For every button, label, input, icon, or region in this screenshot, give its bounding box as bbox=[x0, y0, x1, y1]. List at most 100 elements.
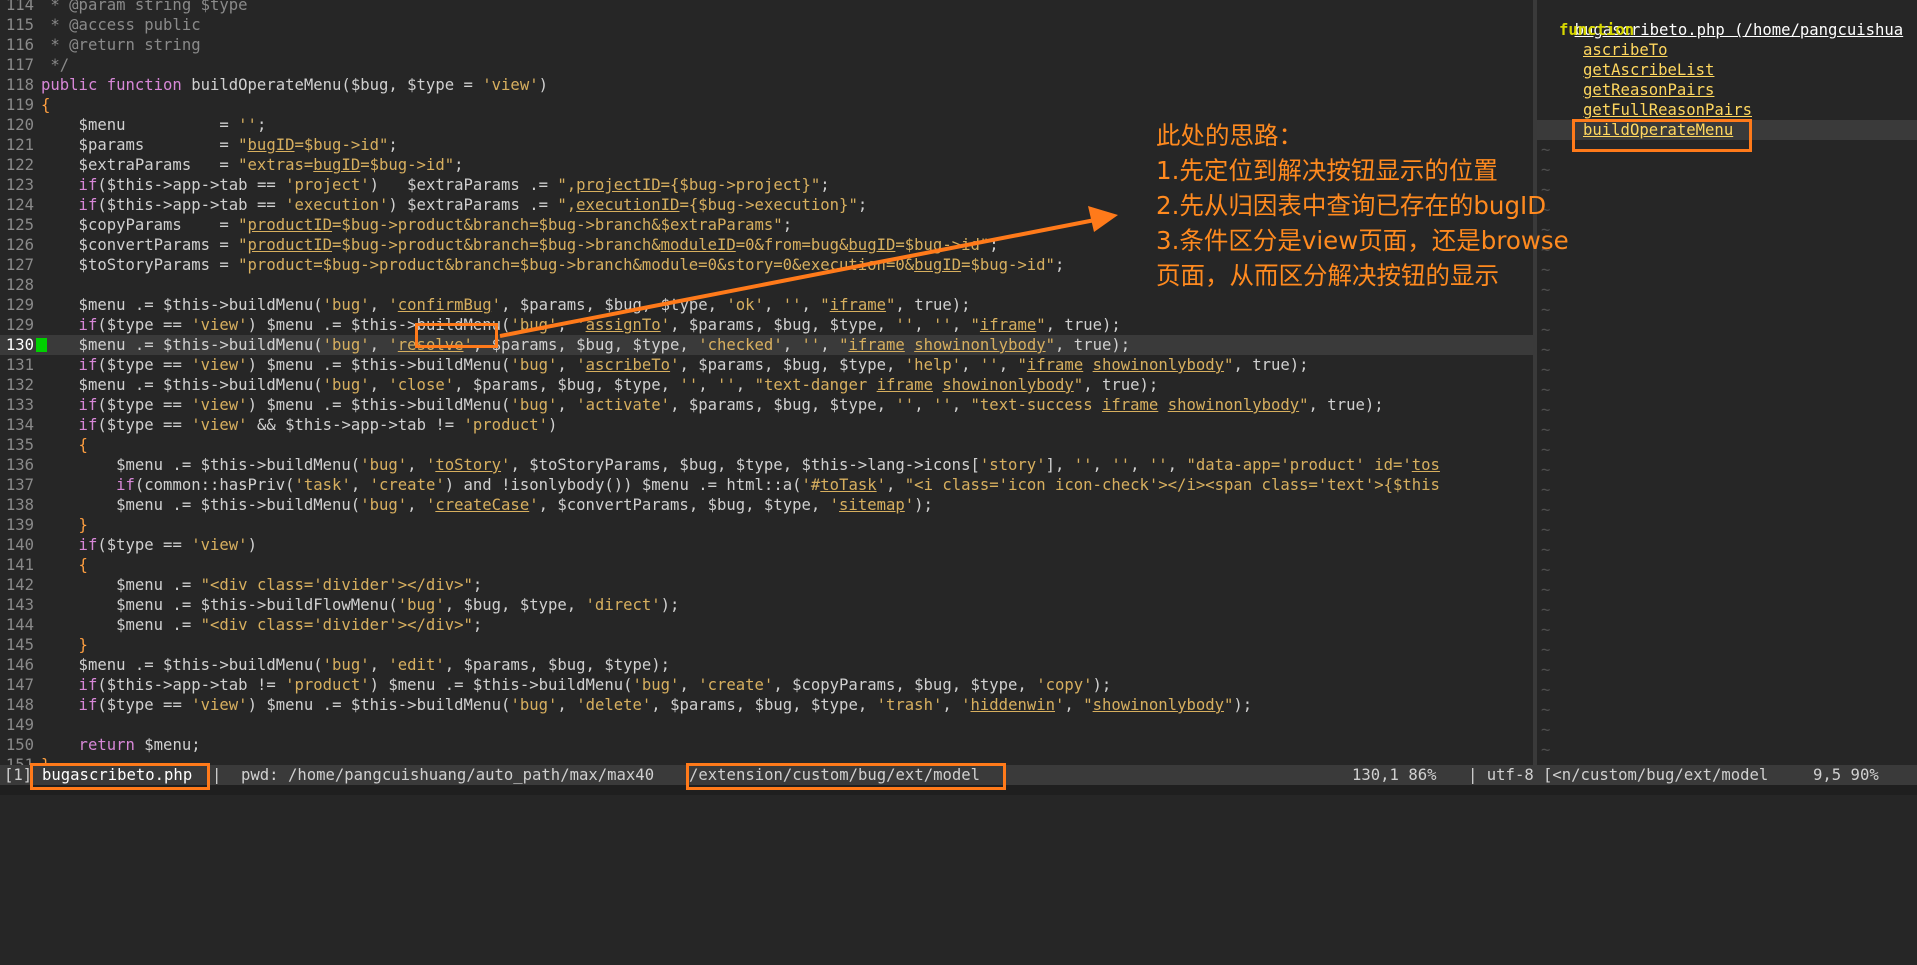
line-number: 117 bbox=[5, 56, 34, 74]
code-token: ; bbox=[1054, 256, 1065, 274]
code-token: ($this->app->tab != bbox=[97, 676, 286, 694]
tagbar-empty-line-marker: ~ bbox=[1541, 581, 1551, 599]
line-number: 129 bbox=[5, 296, 34, 314]
code-token: , $params, $bug, $type, bbox=[679, 356, 905, 374]
code-line[interactable]: 136 $menu .= $this->buildMenu('bug', 'to… bbox=[0, 455, 1533, 475]
code-line[interactable]: 147 if($this->app->tab != 'product') $me… bbox=[0, 675, 1533, 695]
code-token: { bbox=[41, 436, 88, 454]
code-line[interactable]: 143 $menu .= $this->buildFlowMenu('bug',… bbox=[0, 595, 1533, 615]
code-line-current[interactable]: 130 $menu .= $this->buildMenu('bug', 're… bbox=[0, 335, 1533, 355]
code-token: ; bbox=[256, 116, 267, 134]
code-line[interactable]: 135 { bbox=[0, 435, 1533, 455]
code-line[interactable]: 141 { bbox=[0, 555, 1533, 575]
code-token: if bbox=[41, 416, 98, 434]
code-token: executionID bbox=[576, 196, 680, 214]
code-token: , $copyParams, $bug, $type, bbox=[773, 676, 1037, 694]
code-token: if bbox=[41, 476, 135, 494]
line-number: 129 bbox=[5, 316, 34, 334]
line-number: 115 bbox=[5, 16, 34, 34]
code-line[interactable]: 142 $menu .= "<div class='divider'></div… bbox=[0, 575, 1533, 595]
code-token: ) $menu .= $this->buildMenu( bbox=[247, 356, 511, 374]
code-line[interactable]: 133 if($type == 'view') $menu .= $this->… bbox=[0, 395, 1533, 415]
code-line[interactable]: 145 } bbox=[0, 635, 1533, 655]
code-line[interactable]: 118 public function buildOperateMenu($bug… bbox=[0, 75, 1533, 95]
code-token: , $bug, $type, bbox=[444, 596, 586, 614]
code-token: ; bbox=[388, 136, 398, 154]
code-token: ) $menu .= $this->buildMenu( bbox=[247, 396, 511, 414]
code-token: createCase bbox=[435, 496, 530, 514]
tagbar-pane[interactable]: bugascribeto.php (/home/pangcuishua func… bbox=[1537, 0, 1917, 765]
line-number: 130 bbox=[5, 336, 34, 354]
code-token: 'view' bbox=[191, 356, 248, 374]
code-line[interactable]: 149 bbox=[0, 715, 1533, 735]
line-number: 139 bbox=[5, 516, 34, 534]
code-line[interactable]: 131 if($type == 'view') $menu .= $this->… bbox=[0, 355, 1533, 375]
code-line[interactable]: 117 */ bbox=[0, 55, 1533, 75]
code-line[interactable]: 129 if($type == 'view') $menu .= $this->… bbox=[0, 315, 1533, 335]
tagbar-function-item[interactable]: ascribeTo bbox=[1583, 40, 1917, 60]
code-token: ' bbox=[1055, 696, 1065, 714]
tagbar-section-function[interactable]: function bbox=[1559, 20, 1917, 40]
code-token: $params = bbox=[41, 136, 239, 154]
tagbar-function-item[interactable]: getReasonPairs bbox=[1583, 80, 1917, 100]
code-token: bugID bbox=[848, 236, 896, 254]
code-token: ; bbox=[782, 216, 793, 234]
code-line[interactable]: 140 if($type == 'view') bbox=[0, 535, 1533, 555]
code-text: $menu = ''; bbox=[41, 115, 267, 135]
code-token: , bbox=[801, 296, 821, 314]
code-text: if($type == 'view' && $this->app->tab !=… bbox=[41, 415, 558, 435]
code-text: { bbox=[41, 435, 88, 455]
code-line[interactable]: 146 $menu .= $this->buildMenu('bug', 'ed… bbox=[0, 655, 1533, 675]
status-separator: | bbox=[212, 766, 222, 784]
code-token: ", bbox=[557, 196, 577, 214]
code-text: $menu .= "<div class='divider'></div>"; bbox=[41, 575, 482, 595]
code-token: 'view' bbox=[191, 536, 248, 554]
code-line[interactable]: 115 * @access public bbox=[0, 15, 1533, 35]
code-line[interactable]: 134 if($type == 'view' && $this->app->ta… bbox=[0, 415, 1533, 435]
line-number: 137 bbox=[5, 476, 34, 494]
line-number: 134 bbox=[5, 416, 34, 434]
code-token: * @return string bbox=[41, 36, 201, 54]
code-line[interactable]: 129 $menu .= $this->buildMenu('bug', 'co… bbox=[0, 295, 1533, 315]
code-token: , bbox=[557, 316, 577, 334]
code-token: =$bug->id" bbox=[961, 256, 1055, 274]
code-editor-pane[interactable]: 114 * @param string $type 115 * @access p… bbox=[0, 0, 1533, 765]
code-line[interactable]: 116 * @return string bbox=[0, 35, 1533, 55]
code-token: ' bbox=[388, 336, 398, 354]
line-number: 120 bbox=[5, 116, 34, 134]
code-text: $menu .= $this->buildMenu('bug', 'toStor… bbox=[41, 455, 1440, 475]
tagbar-empty-line-marker: ~ bbox=[1541, 721, 1551, 739]
code-line[interactable]: 148 if($type == 'view') $menu .= $this->… bbox=[0, 695, 1533, 715]
code-token: iframe bbox=[829, 296, 887, 314]
tagbar-function-item[interactable]: getFullReasonPairs bbox=[1583, 100, 1917, 120]
code-token: , bbox=[1167, 456, 1187, 474]
code-token: , $params, $bug, $type, bbox=[454, 376, 680, 394]
line-number: 131 bbox=[5, 356, 34, 374]
code-line[interactable]: 139 } bbox=[0, 515, 1533, 535]
code-token: $menu; bbox=[144, 736, 201, 754]
code-token: showinonlybody bbox=[1167, 396, 1300, 414]
code-token: ) bbox=[538, 76, 548, 94]
code-text: * @param string $type bbox=[41, 0, 247, 15]
code-text: if($this->app->tab == 'project') $extraP… bbox=[41, 175, 830, 195]
code-token: productID bbox=[247, 216, 333, 234]
code-token: buildOperateMenu($bug, $type = bbox=[191, 76, 483, 94]
tagbar-title[interactable]: bugascribeto.php (/home/pangcuishua bbox=[1537, 0, 1917, 39]
code-token: * @access public bbox=[41, 16, 201, 34]
code-token: " bbox=[238, 236, 248, 254]
code-token: if bbox=[41, 396, 98, 414]
code-line[interactable]: 119 { bbox=[0, 95, 1533, 115]
code-line[interactable]: 150 return $menu; bbox=[0, 735, 1533, 755]
code-token: , bbox=[782, 336, 802, 354]
code-line[interactable]: 137 if(common::hasPriv('task', 'create')… bbox=[0, 475, 1533, 495]
code-token: ; bbox=[472, 616, 483, 634]
code-token: sitemap bbox=[839, 496, 905, 514]
code-line[interactable]: 114 * @param string $type bbox=[0, 0, 1533, 15]
code-line[interactable]: 144 $menu .= "<div class='divider'></div… bbox=[0, 615, 1533, 635]
code-line[interactable]: 132 $menu .= $this->buildMenu('bug', 'cl… bbox=[0, 375, 1533, 395]
code-token: ' bbox=[491, 296, 502, 314]
code-token: , bbox=[407, 456, 426, 474]
code-token: if bbox=[41, 676, 98, 694]
tagbar-function-item[interactable]: getAscribeList bbox=[1583, 60, 1917, 80]
code-line[interactable]: 138 $menu .= $this->buildMenu('bug', 'cr… bbox=[0, 495, 1533, 515]
